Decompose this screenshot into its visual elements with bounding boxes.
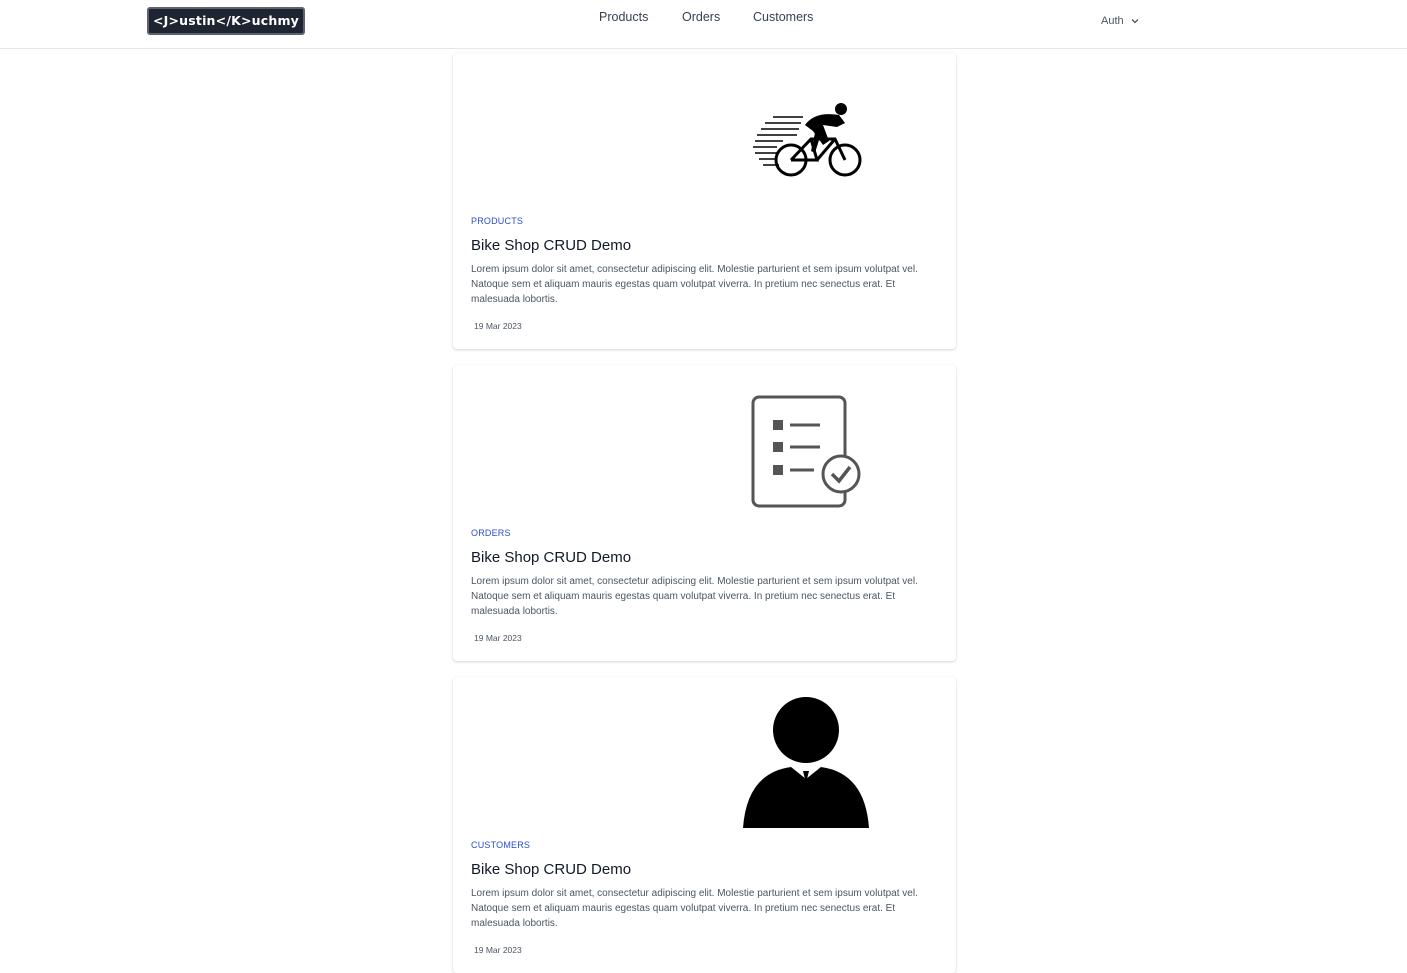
auth-dropdown[interactable]: Auth [1101, 15, 1140, 27]
card-date: 19 Mar 2023 [474, 945, 522, 955]
site-logo[interactable]: <J>ustin</K>uchmy [147, 7, 305, 35]
person-icon [743, 697, 869, 828]
card-description: Lorem ipsum dolor sit amet, consectetur … [471, 576, 918, 617]
nav-products-link[interactable]: Products [599, 10, 648, 24]
nav-customers-link[interactable]: Customers [753, 10, 813, 24]
customers-card[interactable]: CUSTOMERS Bike Shop CRUD Demo Lorem ipsu… [453, 677, 956, 973]
nav-orders-link[interactable]: Orders [682, 10, 720, 24]
card-tag: ORDERS [471, 528, 511, 538]
card-title[interactable]: Bike Shop CRUD Demo [471, 237, 631, 254]
products-card[interactable]: PRODUCTS Bike Shop CRUD Demo Lorem ipsum… [453, 53, 956, 349]
card-date: 19 Mar 2023 [474, 633, 522, 643]
auth-label: Auth [1101, 15, 1124, 27]
card-title[interactable]: Bike Shop CRUD Demo [471, 861, 631, 878]
cyclist-icon [753, 103, 862, 177]
card-title[interactable]: Bike Shop CRUD Demo [471, 549, 631, 566]
chevron-down-icon [1131, 19, 1139, 24]
checklist-icon [751, 395, 861, 508]
card-description: Lorem ipsum dolor sit amet, consectetur … [471, 888, 918, 929]
orders-card[interactable]: ORDERS Bike Shop CRUD Demo Lorem ipsum d… [453, 365, 956, 661]
top-navbar: <J>ustin</K>uchmy Products Orders Custom… [0, 0, 1407, 49]
card-tag: PRODUCTS [471, 216, 524, 226]
card-date: 19 Mar 2023 [474, 321, 522, 331]
card-tag: CUSTOMERS [471, 840, 531, 850]
card-description: Lorem ipsum dolor sit amet, consectetur … [471, 264, 918, 305]
